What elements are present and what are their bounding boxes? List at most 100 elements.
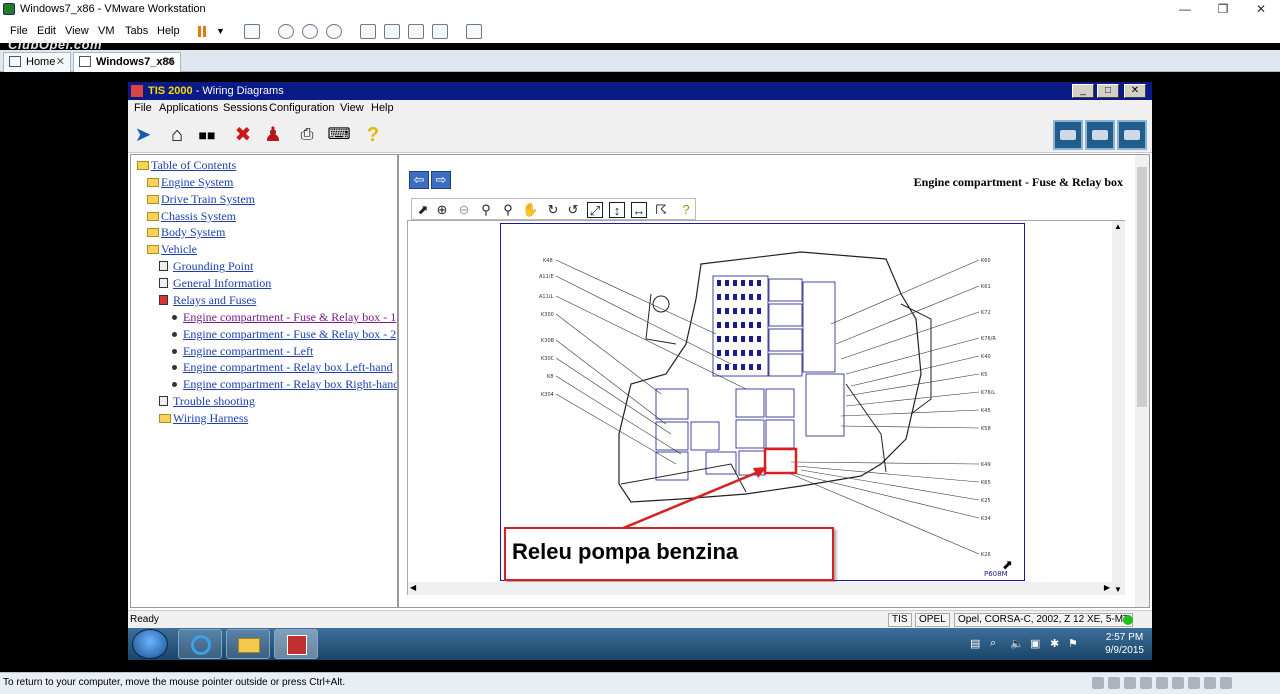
home-icon[interactable]: ⌂ — [164, 122, 190, 148]
tis-minimize-button[interactable]: _ — [1072, 84, 1094, 98]
tis-maximize-button[interactable]: □ — [1097, 84, 1119, 98]
snapshot-manager-icon[interactable] — [326, 24, 342, 39]
device-floppy-icon[interactable] — [1124, 677, 1136, 689]
viewer-vertical-scrollbar[interactable]: ▲ ▼ — [1112, 221, 1125, 595]
tray-volume-icon[interactable]: 🔈 — [1010, 637, 1024, 650]
pane-vertical-scrollbar[interactable] — [1135, 155, 1149, 607]
fit-page-icon[interactable]: ⤢ — [587, 202, 603, 218]
diagram-viewer[interactable]: K48 A11/E A11/L K300 K30B K30C K8 K304 K… — [407, 220, 1125, 595]
tray-device-icon[interactable]: ▣ — [1030, 637, 1040, 650]
tree-item-relay-right[interactable]: Engine compartment - Relay box Right-han… — [183, 377, 397, 392]
menu-file[interactable]: File — [10, 25, 28, 37]
tray-bluetooth-icon[interactable]: ✱ — [1050, 637, 1059, 650]
viewer-horizontal-scrollbar[interactable]: ◀ ▶ — [408, 582, 1112, 595]
rotate-right-icon[interactable]: ↻ — [545, 202, 561, 218]
close-icon[interactable]: ✕ — [166, 53, 175, 71]
rotate-left-icon[interactable]: ↺ — [565, 202, 581, 218]
device-display-icon[interactable] — [1204, 677, 1216, 689]
tree-item-chassis[interactable]: Chassis System — [161, 209, 236, 224]
device-network-icon[interactable] — [1140, 677, 1152, 689]
print-icon[interactable]: ⎙ — [294, 122, 320, 148]
chevron-down-icon[interactable]: ▼ — [216, 26, 225, 36]
tis-menu-help[interactable]: Help — [371, 102, 394, 114]
taskbar-tis-icon[interactable] — [274, 629, 318, 659]
minimize-button[interactable]: — — [1168, 0, 1202, 20]
full-screen-icon[interactable] — [408, 24, 424, 39]
vehicle-info-icon[interactable] — [1053, 120, 1083, 150]
exit-icon[interactable]: ➤ — [130, 122, 156, 148]
snapshot-icon[interactable] — [278, 24, 294, 39]
tis-menu-applications[interactable]: Applications — [159, 102, 218, 114]
keyboard-icon[interactable]: ⌨ — [326, 122, 352, 148]
tree-item-engine-left[interactable]: Engine compartment - Left — [183, 344, 313, 359]
unity-icon[interactable] — [432, 24, 448, 39]
menu-help[interactable]: Help — [157, 25, 180, 37]
close-icon[interactable]: ✕ — [56, 53, 65, 71]
tree-item-fuse-relay-box-1[interactable]: Engine compartment - Fuse & Relay box - … — [183, 310, 397, 325]
forward-button[interactable]: ⇨ — [431, 171, 451, 189]
taskbar-explorer-icon[interactable] — [226, 629, 270, 659]
taskbar-ie-icon[interactable] — [178, 629, 222, 659]
tray-network-icon[interactable]: ▤ — [970, 637, 980, 650]
tis-close-button[interactable]: ✕ — [1124, 84, 1146, 98]
pointer-icon[interactable]: ⬈ — [415, 202, 431, 218]
tree-item-grounding-point[interactable]: Grounding Point — [173, 259, 253, 274]
tray-flag-icon[interactable]: ⚑ — [1068, 637, 1078, 650]
tree-item-relay-left[interactable]: Engine compartment - Relay box Left-hand — [183, 360, 397, 375]
stop-icon[interactable]: ✖ — [230, 122, 256, 148]
tab-home[interactable]: Home ✕ — [3, 52, 71, 72]
fit-height-icon[interactable]: ↕ — [609, 202, 625, 218]
menu-view[interactable]: View — [65, 25, 89, 37]
revert-snapshot-icon[interactable] — [302, 24, 318, 39]
fit-width-icon[interactable]: ↔ — [631, 202, 647, 218]
tis-menu-view[interactable]: View — [340, 102, 364, 114]
cursor-info-icon[interactable]: ☈ — [653, 202, 669, 218]
guest-screen[interactable]: TIS 2000 - Wiring Diagrams _ □ ✕ File Ap… — [128, 82, 1152, 660]
system-clock[interactable]: 2:57 PM 9/9/2015 — [1105, 631, 1144, 657]
vehicle-diagnostics-icon[interactable] — [1117, 120, 1147, 150]
device-sound-icon[interactable] — [1172, 677, 1184, 689]
zoom-in-icon[interactable]: ⊕ — [434, 202, 450, 218]
send-ctrl-alt-del-icon[interactable] — [244, 24, 260, 39]
zoom-out-icon[interactable]: ⊖ — [456, 202, 472, 218]
user-icon[interactable]: ♟ — [260, 122, 286, 148]
tree-item-drive-train[interactable]: Drive Train System — [161, 192, 255, 207]
start-button[interactable] — [132, 629, 168, 659]
tab-windows7[interactable]: Windows7_x86 ✕ — [73, 52, 181, 72]
messages-icon[interactable] — [1220, 677, 1232, 689]
close-button[interactable]: ✕ — [1244, 0, 1278, 20]
tray-wireless-icon[interactable]: ⌕ — [990, 637, 996, 650]
pan-hand-icon[interactable]: ✋ — [522, 202, 538, 218]
tree-item-wiring-harness[interactable]: Wiring Harness — [173, 411, 248, 426]
tis-menu-sessions[interactable]: Sessions — [223, 102, 268, 114]
tree-item-body[interactable]: Body System — [161, 225, 225, 240]
console-view-icon[interactable] — [466, 24, 482, 39]
vehicle-session-icon[interactable] — [1085, 120, 1115, 150]
tree-item-trouble-shooting[interactable]: Trouble shooting — [173, 394, 255, 409]
thumbnail-bar-icon[interactable] — [384, 24, 400, 39]
zoom-area-icon[interactable]: ⚲ — [500, 202, 516, 218]
show-library-icon[interactable] — [360, 24, 376, 39]
device-printer-icon[interactable] — [1188, 677, 1200, 689]
tree-root[interactable]: Table of Contents — [151, 158, 236, 173]
viewer-help-icon[interactable]: ? — [678, 202, 694, 218]
tree-item-engine-system[interactable]: Engine System — [161, 175, 233, 190]
tree-item-vehicle[interactable]: Vehicle — [161, 242, 197, 257]
menu-vm[interactable]: VM — [98, 25, 115, 37]
zoom-icon[interactable]: ⚲ — [478, 202, 494, 218]
device-cd-icon[interactable] — [1108, 677, 1120, 689]
scrollbar-thumb[interactable] — [1137, 167, 1147, 407]
device-hdd-icon[interactable] — [1092, 677, 1104, 689]
car-icon[interactable]: ■■ — [194, 122, 220, 148]
maximize-button[interactable]: ❐ — [1206, 0, 1240, 20]
tree-item-general-information[interactable]: General Information — [173, 276, 271, 291]
tis-menu-file[interactable]: File — [134, 102, 152, 114]
pause-icon[interactable] — [196, 23, 210, 40]
device-usb-icon[interactable] — [1156, 677, 1168, 689]
menu-tabs[interactable]: Tabs — [125, 25, 148, 37]
tis-menu-configuration[interactable]: Configuration — [269, 102, 334, 114]
back-button[interactable]: ⇦ — [409, 171, 429, 189]
tree-item-fuse-relay-box-2[interactable]: Engine compartment - Fuse & Relay box - … — [183, 327, 397, 342]
menu-edit[interactable]: Edit — [37, 25, 56, 37]
help-icon[interactable]: ? — [360, 122, 386, 148]
